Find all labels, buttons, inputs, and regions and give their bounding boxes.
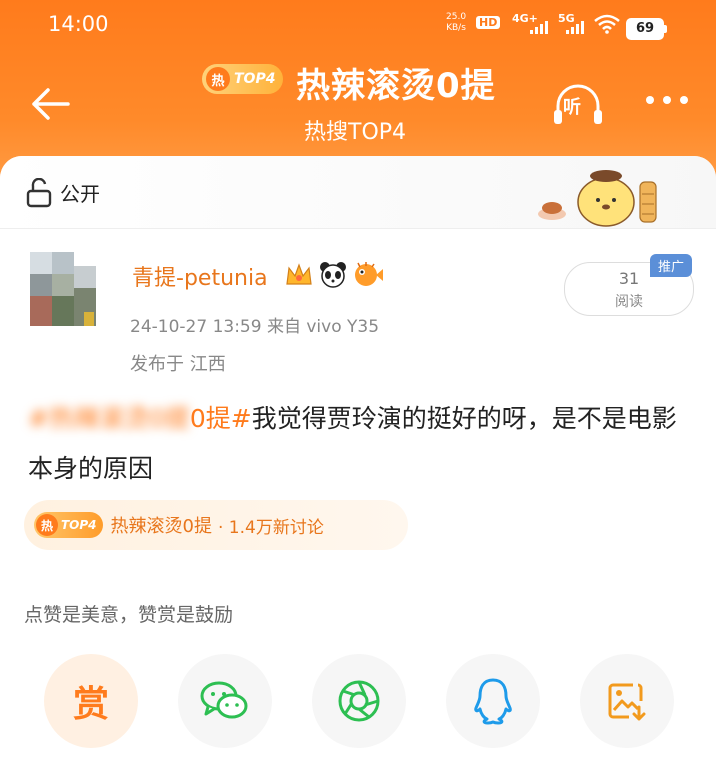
visibility-bar[interactable]: 公开 bbox=[0, 156, 716, 228]
hot-icon: 热 bbox=[36, 514, 58, 536]
hot-rank-badge: 热 TOP4 bbox=[202, 64, 284, 94]
back-arrow-icon[interactable] bbox=[28, 84, 72, 124]
pufferfish-icon bbox=[355, 262, 383, 286]
visibility-label: 公开 bbox=[60, 182, 100, 206]
unlock-icon bbox=[26, 178, 52, 208]
post-location: 发布于 江西 bbox=[130, 354, 226, 375]
topic-discussion-count: · 1.4万新讨论 bbox=[217, 517, 324, 538]
reward-button[interactable]: 赏 bbox=[44, 654, 138, 748]
post-meta: 24-10-27 13:59 来自 vivo Y35 bbox=[130, 317, 380, 337]
share-wechat-button[interactable] bbox=[178, 654, 272, 748]
read-label: 阅读 bbox=[615, 294, 643, 310]
author-name[interactable]: 青提-petunia bbox=[132, 260, 268, 292]
signal-icon bbox=[530, 20, 548, 34]
divider bbox=[0, 228, 716, 229]
author-badges bbox=[284, 260, 384, 288]
promo-tag: 推广 bbox=[650, 254, 693, 277]
status-bar: 14:00 25.0 KB/s HD 4G+ 5G 69 bbox=[0, 0, 716, 52]
net-speed: 25.0 KB/s bbox=[446, 12, 467, 33]
page-subtitle: 热搜TOP4 bbox=[304, 120, 407, 145]
post-body: #热辣滚烫0提0提#我觉得贾玲演的挺好的呀，是不是电影本身的原因 bbox=[28, 394, 688, 494]
save-image-button[interactable] bbox=[580, 654, 674, 748]
post-sheet: 公开 青提-petunia 24-10-27 13:59 来自 vivo Y35… bbox=[0, 156, 716, 784]
wechat-icon bbox=[200, 681, 248, 719]
avatar[interactable] bbox=[20, 242, 116, 338]
signal-icon-2 bbox=[566, 20, 584, 34]
share-moments-button[interactable] bbox=[312, 654, 406, 748]
more-options-button[interactable] bbox=[646, 96, 688, 104]
reward-note: 点赞是美意，赞赏是鼓励 bbox=[24, 604, 234, 626]
save-image-icon bbox=[608, 683, 646, 721]
hot-icon: 热 bbox=[206, 67, 230, 91]
wifi-icon bbox=[594, 14, 620, 34]
qq-icon bbox=[474, 678, 512, 725]
moments-icon bbox=[338, 680, 380, 722]
hd-badge: HD bbox=[476, 16, 501, 29]
pompompurin-decoration-icon bbox=[538, 170, 657, 227]
hashtag-link[interactable]: #热辣滚烫0提0提# bbox=[28, 404, 252, 433]
listen-button[interactable]: 听 bbox=[552, 84, 604, 128]
topic-chip[interactable]: 热 TOP4 热辣滚烫0提 · 1.4万新讨论 bbox=[24, 500, 408, 550]
status-time: 14:00 bbox=[48, 12, 109, 36]
battery-indicator: 69 bbox=[626, 18, 667, 40]
page-title: 热辣滚烫0提 bbox=[296, 66, 496, 106]
crown-badge-icon bbox=[286, 263, 312, 285]
topic-name: 热辣滚烫0提 bbox=[110, 516, 212, 537]
panda-icon bbox=[320, 262, 346, 288]
topic-rank-badge: 热 TOP4 bbox=[34, 512, 103, 538]
share-qq-button[interactable] bbox=[446, 654, 540, 748]
